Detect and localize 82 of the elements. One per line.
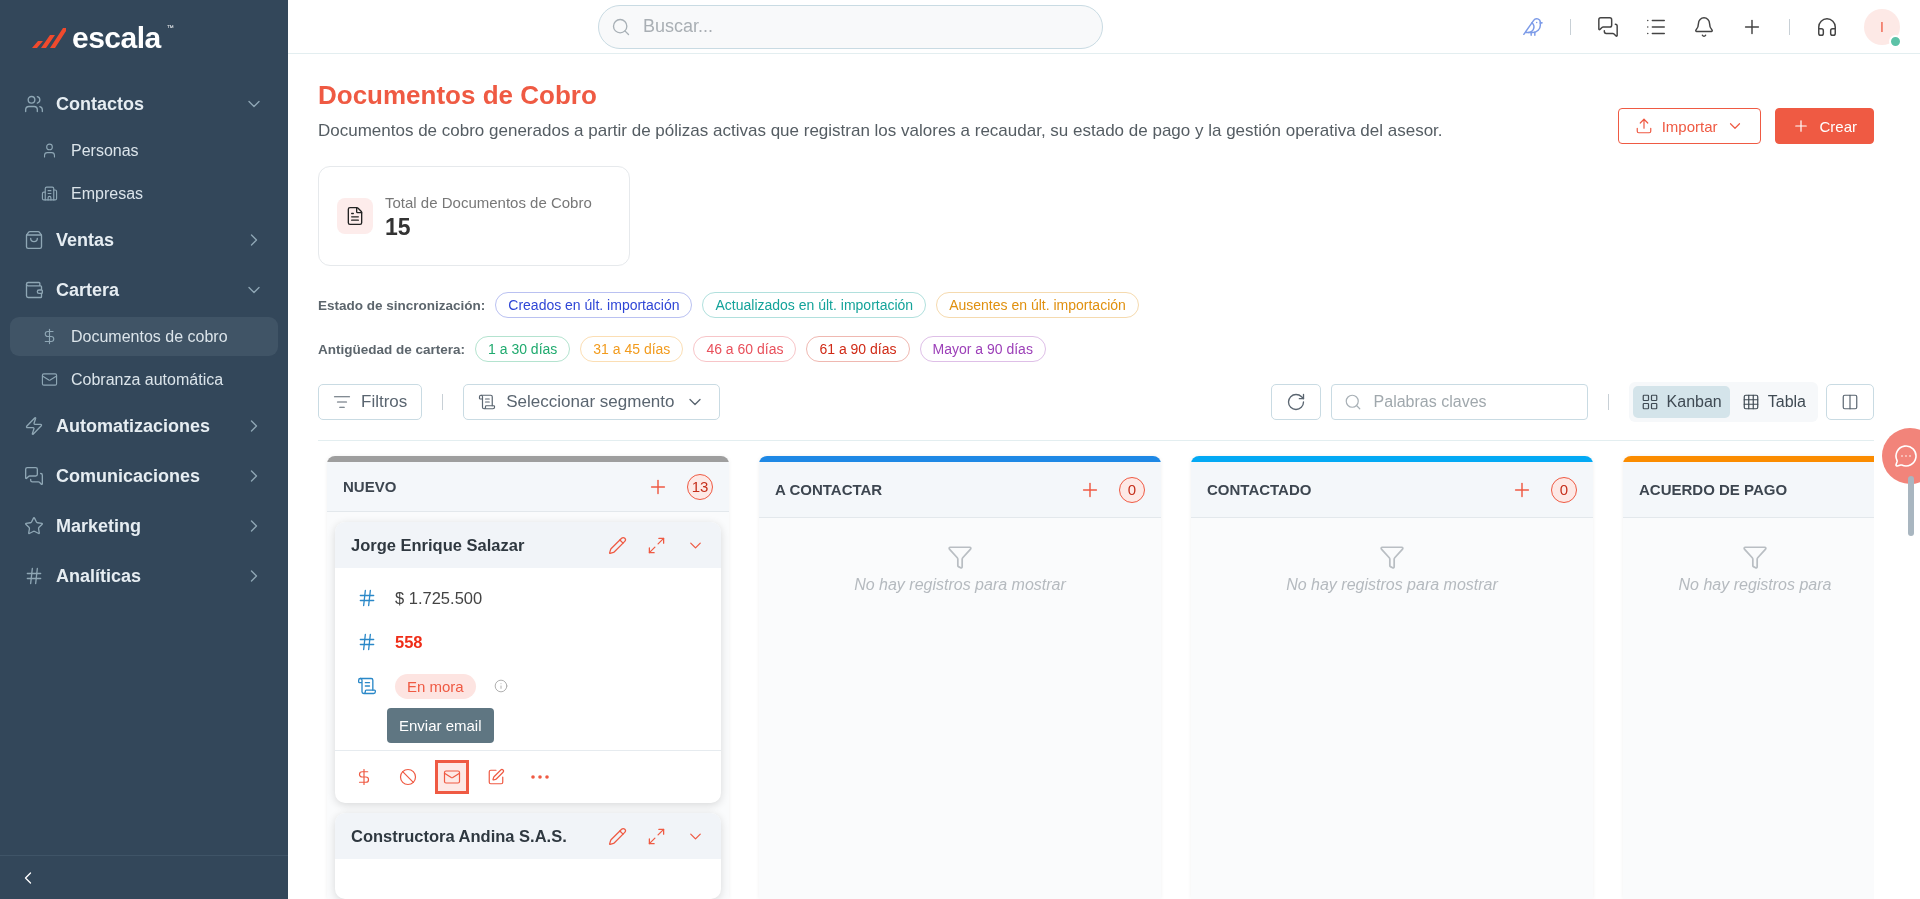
headset-icon[interactable]	[1816, 15, 1838, 38]
sidebar-item[interactable]: Documentos de cobro	[10, 317, 278, 356]
sidebar-item[interactable]: Personas	[10, 131, 278, 170]
scrollbar[interactable]	[1908, 476, 1914, 536]
bird-icon[interactable]	[1522, 15, 1544, 38]
sidebar-group[interactable]: Automatizaciones	[10, 401, 278, 451]
column-title: CONTACTADO	[1207, 481, 1313, 498]
filter-icon	[333, 393, 351, 411]
lightning-icon	[24, 416, 44, 436]
sidebar-group[interactable]: Ventas	[10, 215, 278, 265]
segment-select[interactable]: Seleccionar segmento	[463, 384, 720, 420]
sidebar-group[interactable]: Contactos	[10, 79, 278, 129]
column-title: A CONTACTAR	[775, 481, 884, 498]
funnel-icon	[947, 544, 973, 570]
document-icon	[478, 393, 497, 411]
funnel-icon	[1379, 544, 1405, 570]
chat-icon[interactable]	[1597, 15, 1619, 38]
card-title: Jorge Enrique Salazar	[351, 535, 526, 555]
tooltip: Enviar email	[387, 708, 494, 743]
count-badge: 0	[1551, 476, 1577, 503]
count-badge: 13	[687, 473, 713, 500]
filters-button[interactable]: Filtros	[318, 384, 423, 420]
hash-icon	[357, 632, 377, 652]
columns-button[interactable]	[1826, 384, 1874, 420]
brand-name: escala	[72, 21, 161, 55]
chat-icon	[1894, 444, 1918, 468]
sidebar-group[interactable]: Comunicaciones	[10, 451, 278, 501]
sidebar-item[interactable]: Cobranza automática	[10, 360, 278, 399]
number-text: 558	[395, 632, 423, 652]
filter-label: Estado de sincronización:	[318, 297, 486, 313]
sidebar-group[interactable]: Cartera	[10, 265, 278, 315]
hash-icon	[24, 566, 44, 586]
document-icon	[357, 676, 377, 696]
upload-icon	[1634, 117, 1653, 135]
chat-icon	[24, 466, 44, 486]
logo-icon	[30, 28, 66, 48]
sidebar-item[interactable]: Empresas	[10, 174, 278, 213]
amount-text: $ 1.725.500	[395, 588, 483, 608]
empty-message: No hay registros para	[1678, 576, 1832, 594]
sidebar-group[interactable]: Marketing	[10, 501, 278, 551]
star-icon	[24, 516, 44, 536]
edit-icon[interactable]	[608, 826, 627, 846]
email-button[interactable]	[435, 760, 469, 794]
funnel-icon	[1742, 544, 1768, 570]
wallet-icon	[24, 280, 44, 300]
filter-label: Antigüedad de cartera:	[318, 341, 466, 357]
view-tab[interactable]: Kanban	[1632, 386, 1730, 418]
count-badge: 0	[1119, 476, 1145, 503]
refresh-icon	[1285, 392, 1306, 412]
people-icon	[24, 94, 44, 114]
refresh-button[interactable]	[1270, 384, 1321, 420]
keywords-field[interactable]: Palabras claves	[1330, 384, 1588, 420]
ellipsis-icon	[531, 775, 549, 779]
empty-message: No hay registros para mostrar	[854, 576, 1066, 594]
search-field[interactable]: Buscar...	[598, 4, 1103, 49]
table-icon	[1741, 393, 1760, 411]
panel-icon	[1841, 393, 1859, 411]
sidebar-group[interactable]: Analíticas	[10, 551, 278, 601]
edit-icon[interactable]	[608, 535, 627, 555]
column-title: ACUERDO DE PAGO	[1639, 481, 1789, 498]
grid-icon	[1640, 393, 1659, 411]
empty-message: No hay registros para mostrar	[1286, 576, 1498, 594]
stat-label: Total de Documentos de Cobro	[385, 193, 593, 213]
person-icon	[41, 142, 58, 159]
building-icon	[41, 185, 58, 202]
page-description: Documentos de cobro generados a partir de pólizas activas que registran los valores a recaudar, su estado de pago y la gestión operativa del asesor.	[318, 120, 1444, 142]
bell-icon[interactable]	[1693, 15, 1715, 38]
info-icon	[493, 679, 508, 693]
hash-icon	[357, 588, 377, 608]
envelope-icon	[41, 371, 58, 388]
envelope-icon	[443, 768, 461, 786]
prohibited-icon	[399, 768, 417, 786]
edit-icon	[487, 768, 505, 786]
card-title: Constructora Andina S.A.S.	[351, 826, 568, 846]
stat-value: 15	[385, 214, 412, 241]
page-title: Documentos de Cobro	[318, 80, 598, 111]
column-title: NUEVO	[343, 478, 398, 495]
expand-icon[interactable]	[647, 535, 666, 555]
view-tab[interactable]: Tabla	[1733, 386, 1814, 418]
status-chip: En mora	[395, 673, 476, 699]
bag-icon	[24, 230, 44, 250]
expand-icon[interactable]	[647, 826, 666, 846]
